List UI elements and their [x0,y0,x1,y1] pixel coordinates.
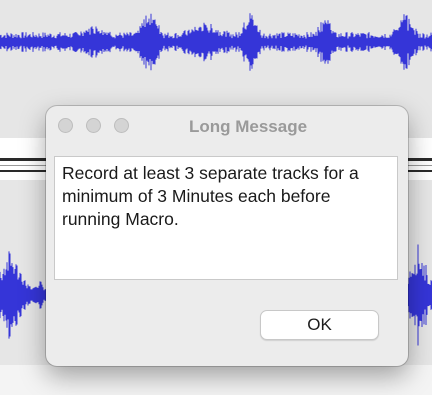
ok-button[interactable]: OK [260,310,379,340]
long-message-dialog: Long Message Record at least 3 separate … [46,106,408,366]
dialog-titlebar[interactable]: Long Message [46,106,408,146]
dialog-title: Long Message [188,117,308,136]
message-text-area[interactable]: Record at least 3 separate tracks for a … [54,156,398,280]
